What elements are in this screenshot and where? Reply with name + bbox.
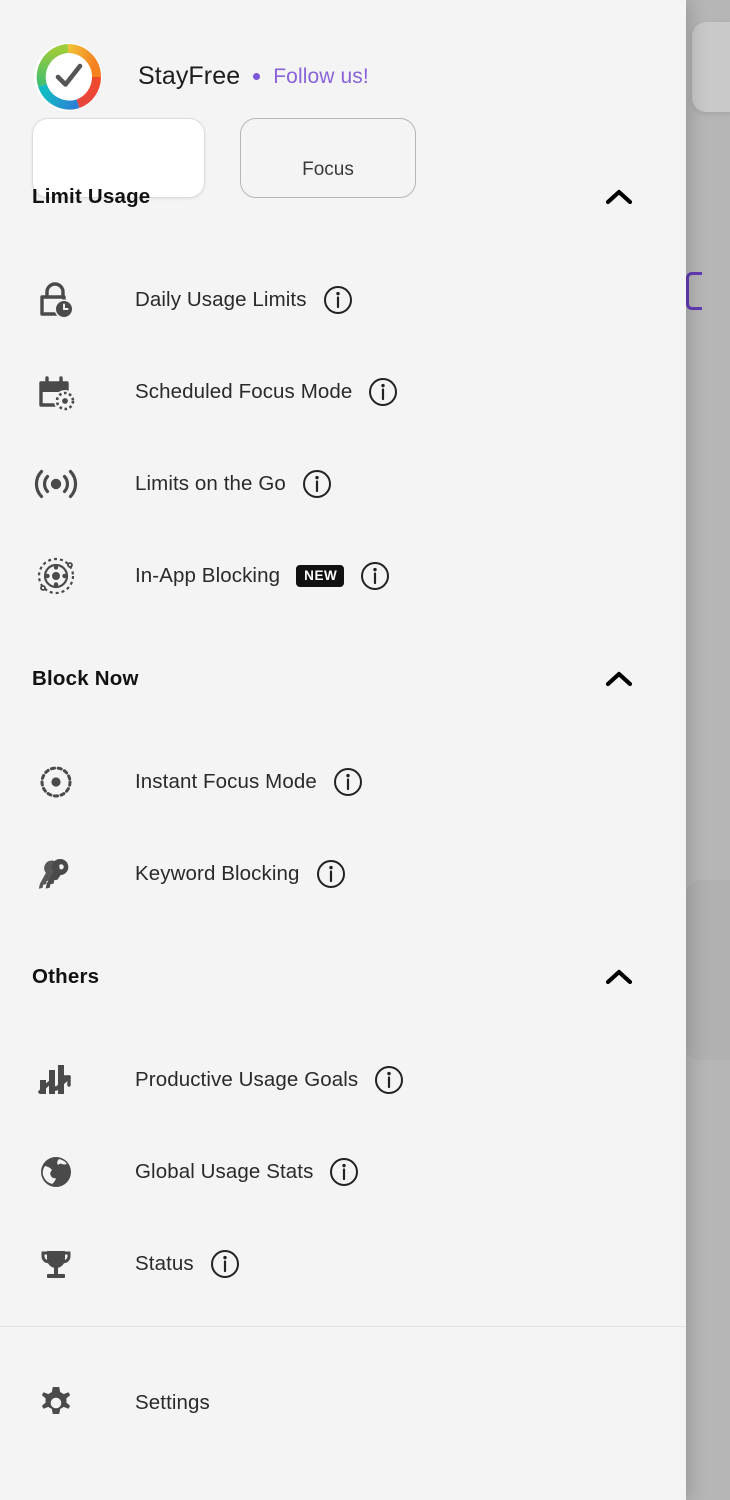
globe-icon — [32, 1149, 80, 1195]
info-icon[interactable] — [333, 767, 363, 797]
dotted-target-icon — [32, 759, 80, 805]
menu-item-label: Scheduled Focus Mode — [135, 380, 353, 403]
section-header-limit-usage[interactable]: Limit Usage — [0, 170, 686, 224]
info-icon[interactable] — [374, 1065, 404, 1095]
trophy-icon — [32, 1241, 80, 1287]
info-icon[interactable] — [360, 561, 390, 591]
section-block-now: Block Now Instant Focus Mode Keyword Blo… — [0, 652, 686, 920]
menu-item-label: Global Usage Stats — [135, 1160, 314, 1183]
menu-item-label: In-App Blocking — [135, 564, 281, 587]
info-icon[interactable] — [329, 1157, 359, 1187]
menu-item-label: Daily Usage Limits — [135, 288, 307, 311]
info-icon[interactable] — [316, 859, 346, 889]
gear-icon — [32, 1380, 80, 1426]
menu-item-keyword-blocking[interactable]: Keyword Blocking — [0, 828, 686, 920]
info-icon[interactable] — [302, 469, 332, 499]
menu-item-limits-on-the-go[interactable]: Limits on the Go — [0, 438, 686, 530]
separator-dot-icon — [253, 73, 261, 80]
keys-icon — [32, 851, 80, 897]
growth-chart-icon — [32, 1057, 80, 1103]
new-badge: NEW — [296, 565, 345, 587]
menu-item-label: Settings — [135, 1391, 210, 1414]
chevron-up-icon[interactable] — [604, 669, 634, 689]
brand-row: StayFree Follow us! — [138, 62, 369, 91]
brand-name: StayFree — [138, 62, 241, 90]
info-icon[interactable] — [368, 377, 398, 407]
menu-item-label: Instant Focus Mode — [135, 770, 317, 793]
menu-item-in-app-blocking[interactable]: In-App Blocking NEW — [0, 530, 686, 622]
menu-item-label: Keyword Blocking — [135, 862, 300, 885]
chevron-up-icon[interactable] — [604, 187, 634, 207]
background-card — [692, 22, 730, 112]
menu-item-instant-focus-mode[interactable]: Instant Focus Mode — [0, 736, 686, 828]
section-header-block-now[interactable]: Block Now — [0, 652, 686, 706]
menu-item-label: Productive Usage Goals — [135, 1068, 359, 1091]
menu-item-label: Limits on the Go — [135, 472, 286, 495]
section-header-others[interactable]: Others — [0, 950, 686, 1004]
navigation-drawer: StayFree Follow us! Focus Limit Usage Da… — [0, 0, 686, 1500]
broadcast-signal-icon — [32, 461, 80, 507]
menu-item-global-usage-stats[interactable]: Global Usage Stats — [0, 1126, 686, 1218]
section-title: Block Now — [32, 667, 139, 690]
lock-clock-icon — [32, 277, 80, 323]
atom-orbit-icon — [32, 553, 80, 599]
calendar-focus-icon — [32, 369, 80, 415]
section-title: Limit Usage — [32, 185, 151, 208]
menu-item-scheduled-focus-mode[interactable]: Scheduled Focus Mode — [0, 346, 686, 438]
background-panel — [686, 880, 730, 1060]
follow-us-link[interactable]: Follow us! — [273, 65, 369, 89]
section-limit-usage: Limit Usage Daily Usage Limits Scheduled… — [0, 170, 686, 622]
stayfree-logo-icon — [34, 43, 102, 111]
section-others: Others Productive Usage Goals Global Usa… — [0, 950, 686, 1310]
menu-item-productive-usage-goals[interactable]: Productive Usage Goals — [0, 1034, 686, 1126]
menu-item-label: Status — [135, 1252, 194, 1275]
info-icon[interactable] — [323, 285, 353, 315]
info-icon[interactable] — [210, 1249, 240, 1279]
background-purple-chip — [686, 272, 702, 310]
chevron-up-icon[interactable] — [604, 967, 634, 987]
section-title: Others — [32, 965, 100, 988]
menu-item-settings[interactable]: Settings — [0, 1357, 686, 1449]
menu-item-status[interactable]: Status — [0, 1218, 686, 1310]
app-root: StayFree Follow us! Focus Limit Usage Da… — [0, 0, 730, 1500]
menu-item-daily-usage-limits[interactable]: Daily Usage Limits — [0, 254, 686, 346]
drawer-header: StayFree Follow us! — [0, 0, 686, 126]
